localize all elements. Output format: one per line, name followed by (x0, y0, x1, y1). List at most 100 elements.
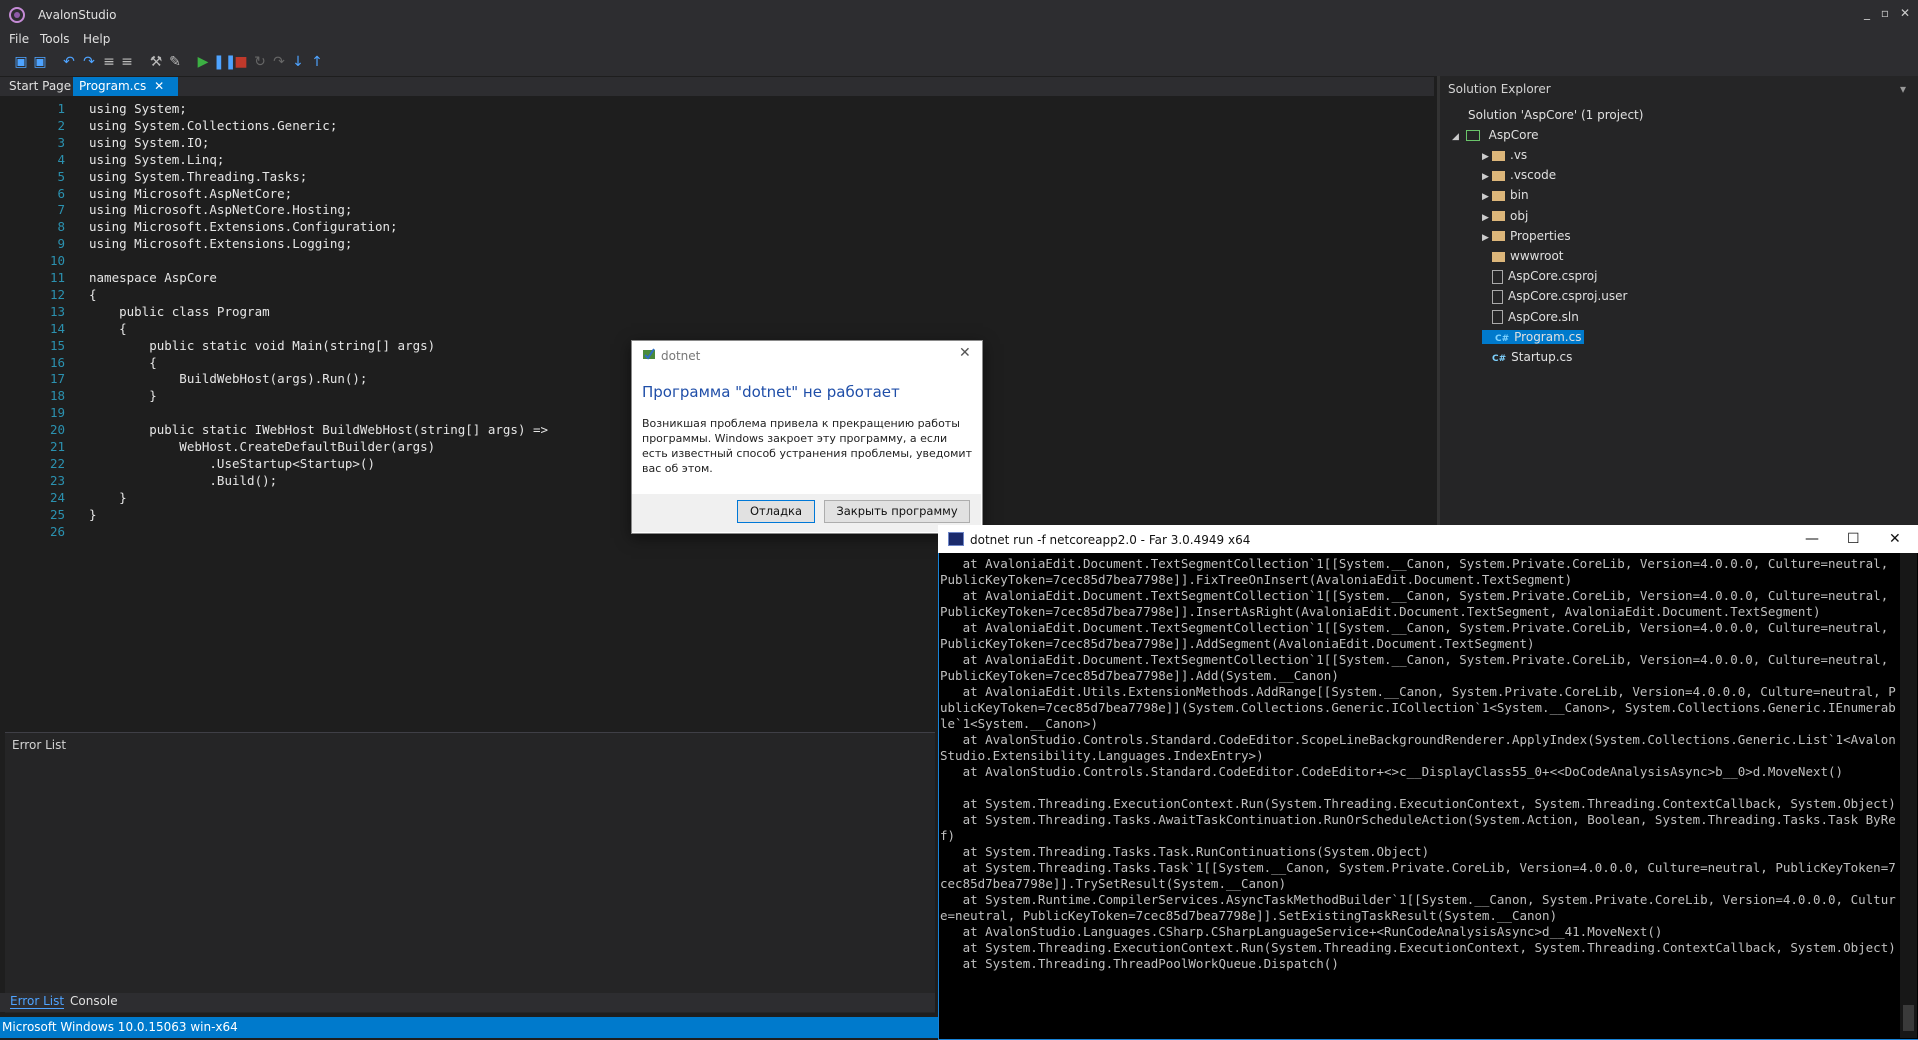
collapse-arrow-icon[interactable]: ◢ (1452, 132, 1462, 142)
close-program-button[interactable]: Закрыть программу (824, 500, 970, 523)
file-icon (1492, 269, 1503, 284)
folder-icon (1492, 190, 1505, 201)
tree-item-wwwroot[interactable]: wwwroot (1482, 249, 1564, 263)
code-line: { (89, 286, 97, 302)
csharp-file-icon: C# (1492, 354, 1507, 364)
tree-item-aspcore-sln[interactable]: AspCore.sln (1482, 310, 1579, 325)
tree-item-properties[interactable]: ▶ Properties (1482, 229, 1571, 243)
expand-arrow-icon[interactable]: ▶ (1482, 152, 1492, 162)
folder-icon (1492, 211, 1505, 222)
console-scroll-thumb[interactable] (1903, 1005, 1914, 1031)
close-window-button[interactable]: ✕ (1896, 4, 1914, 22)
line-number: 10 (49, 253, 65, 269)
line-number: 8 (57, 219, 65, 235)
dialog-heading: Программа "dotnet" не работает (642, 383, 900, 401)
expand-arrow-icon[interactable]: ▶ (1482, 192, 1492, 202)
undo-icon[interactable]: ↶ (60, 53, 78, 71)
line-number: 1 (57, 101, 65, 116)
expand-arrow-icon[interactable]: ▶ (1482, 172, 1492, 182)
folder-icon (1492, 170, 1505, 181)
save-icon[interactable]: ▣ (12, 53, 30, 71)
panel-pin-icon[interactable]: ▾ (1900, 82, 1906, 96)
dialog-close-icon[interactable]: ✕ (959, 345, 971, 361)
tree-item-obj[interactable]: ▶ obj (1482, 209, 1528, 223)
line-number: 26 (49, 523, 65, 539)
tree-item-label: obj (1510, 208, 1529, 223)
save-all-icon[interactable]: ▣ (31, 53, 49, 71)
stop-icon[interactable]: ■ (232, 53, 250, 71)
code-line: } (89, 489, 127, 505)
console-minimize-button[interactable]: — (1805, 531, 1819, 547)
line-number: 7 (57, 202, 65, 218)
console-close-button[interactable]: ✕ (1889, 531, 1901, 547)
step-out-icon[interactable]: ↑ (308, 53, 326, 71)
line-number: 15 (49, 337, 65, 353)
tree-item-program-cs[interactable]: C# Program.cs (1482, 329, 1585, 344)
console-output[interactable]: at AvaloniaEdit.Document.TextSegmentColl… (940, 556, 1900, 1026)
dialog-message: Возникшая проблема привела к прекращению… (642, 417, 972, 475)
start-debug-icon[interactable]: ▶ (194, 53, 212, 71)
tree-item-label: AspCore.csproj (1508, 269, 1598, 284)
dialog-caption: dotnet (661, 349, 701, 363)
tree-item-label: .vscode (1510, 168, 1557, 183)
tree-item-bin[interactable]: ▶ bin (1482, 188, 1529, 202)
menu-file[interactable]: File (9, 32, 29, 46)
pause-icon[interactable]: ❚❚ (213, 53, 236, 71)
tree-item-label: Program.cs (1514, 329, 1582, 344)
code-line: } (89, 388, 157, 404)
tree-item-aspcore-csproj[interactable]: AspCore.csproj (1482, 269, 1597, 284)
tree-item-label: AspCore.csproj.user (1508, 289, 1628, 304)
solution-node[interactable]: Solution 'AspCore' (1 project) (1468, 108, 1643, 122)
debug-button[interactable]: Отладка (737, 500, 815, 523)
avalon-logo-icon (9, 7, 25, 23)
clean-icon[interactable]: ✎ (166, 53, 184, 71)
comment-icon[interactable]: ≡ (100, 53, 118, 71)
code-line: .Build(); (89, 472, 278, 488)
error-list-panel (5, 732, 935, 1013)
line-number: 5 (57, 168, 65, 184)
tree-item-aspcore-csproj-user[interactable]: AspCore.csproj.user (1482, 289, 1627, 304)
csharp-file-icon: C# (1495, 333, 1510, 344)
console-app-icon (948, 532, 964, 546)
tab-console[interactable]: Console (70, 994, 118, 1008)
uncomment-icon[interactable]: ≡ (118, 53, 136, 71)
line-number: 11 (49, 270, 65, 285)
menu-help[interactable]: Help (83, 32, 110, 46)
menu-tools[interactable]: Tools (40, 32, 70, 46)
menu-bar (0, 30, 1918, 50)
console-title: dotnet run -f netcoreapp2.0 - Far 3.0.49… (970, 533, 1251, 547)
tree-item-label: .vs (1510, 148, 1528, 162)
tree-item-vscode[interactable]: ▶ .vscode (1482, 168, 1556, 182)
line-number: 23 (49, 472, 65, 488)
tab-start-page[interactable]: Start Page (3, 77, 77, 96)
code-line: public class Program (89, 303, 270, 319)
file-icon (1492, 289, 1503, 304)
code-line: using Microsoft.Extensions.Logging; (89, 236, 353, 252)
tab-error-list[interactable]: Error List (10, 994, 65, 1009)
code-line: public static IWebHost BuildWebHost(stri… (89, 422, 549, 438)
project-icon (1465, 130, 1480, 141)
redo-icon[interactable]: ↷ (80, 53, 98, 71)
tab-program-label: Program.cs (79, 79, 147, 93)
code-line: using System.Linq; (89, 151, 225, 167)
step-over-icon[interactable]: ↷ (270, 53, 288, 71)
code-line: using System.Collections.Generic; (89, 117, 338, 133)
tab-close-icon[interactable]: ✕ (154, 79, 164, 93)
tree-item-label: Startup.cs (1511, 350, 1573, 364)
console-maximize-button[interactable]: ☐ (1847, 531, 1860, 547)
step-into-icon[interactable]: ↓ (289, 53, 307, 71)
expand-arrow-icon[interactable]: ▶ (1482, 213, 1492, 223)
code-line: { (89, 320, 127, 336)
build-icon[interactable]: ⚒ (147, 53, 165, 71)
line-number: 4 (57, 151, 65, 167)
tab-program-cs[interactable]: Program.cs ✕ ▾ (73, 77, 178, 112)
console-scrollbar[interactable] (1900, 553, 1917, 1038)
expand-arrow-icon[interactable]: ▶ (1482, 233, 1492, 243)
folder-icon (1492, 251, 1505, 262)
tree-item-startup-cs[interactable]: C# Startup.cs (1482, 350, 1572, 364)
project-node[interactable]: ◢ AspCore (1452, 128, 1539, 142)
tree-item-vs[interactable]: ▶ .vs (1482, 148, 1527, 162)
restart-icon[interactable]: ↻ (251, 53, 269, 71)
maximize-button[interactable]: ▫ (1876, 4, 1894, 22)
minimize-button[interactable]: _ (1858, 4, 1876, 22)
